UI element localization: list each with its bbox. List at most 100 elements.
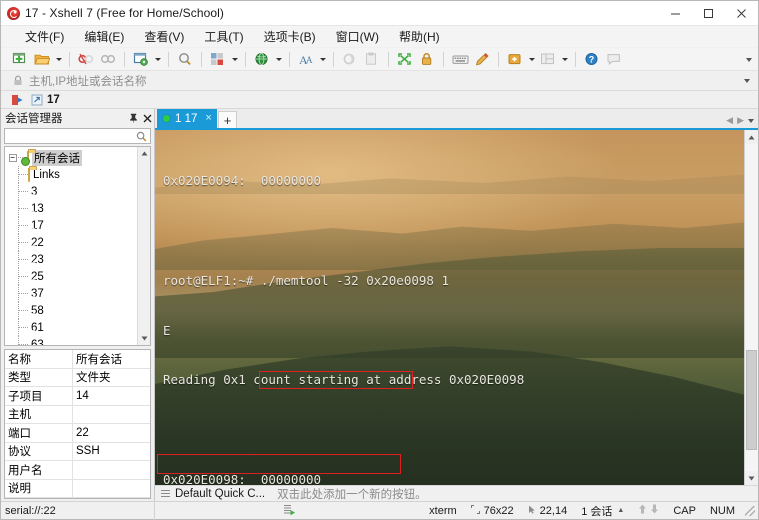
toolbar-separator-11	[575, 51, 576, 67]
terminal-scroll-track[interactable]	[745, 144, 758, 471]
session-search-input[interactable]	[4, 128, 151, 144]
session-properties-icon[interactable]	[130, 49, 152, 70]
pin-icon[interactable]	[126, 110, 140, 126]
address-input[interactable]: 主机,IP地址或会话名称	[29, 73, 147, 89]
svg-text:A: A	[306, 55, 313, 65]
help-icon[interactable]: ?	[581, 49, 603, 70]
maximize-button[interactable]	[692, 1, 725, 26]
quick-access-bar: 17	[1, 91, 758, 109]
quick-session-label: 17	[47, 93, 60, 106]
tree-node-session[interactable]: 22	[5, 234, 137, 251]
menu-help[interactable]: 帮助(H)	[391, 26, 448, 47]
tab-next-icon[interactable]: ▶	[737, 115, 744, 126]
terminal-scroll-up-icon[interactable]	[745, 130, 758, 144]
tab-session-17[interactable]: 1 17 ×	[157, 109, 217, 128]
tree-node-links[interactable]: Links	[5, 166, 137, 183]
tab-close-icon[interactable]: ×	[205, 113, 211, 124]
window-controls	[659, 1, 758, 26]
tree-scroll-up-icon[interactable]	[138, 147, 150, 160]
tree-scroll-down-icon[interactable]	[138, 332, 150, 345]
tree-label-session: 63	[31, 338, 44, 346]
tree-node-session[interactable]: 13	[5, 200, 137, 217]
drag-grip-icon[interactable]	[161, 489, 170, 498]
menu-tools[interactable]: 工具(T)	[196, 26, 251, 47]
session-manager-title: 会话管理器	[5, 113, 63, 125]
lock-icon[interactable]	[416, 49, 438, 70]
toolbar-separator-8	[388, 51, 389, 67]
new-session-icon[interactable]	[9, 49, 31, 70]
tree-node-session[interactable]: 61	[5, 319, 137, 336]
tab-label: 1 17	[175, 112, 198, 125]
terminal-scrollbar[interactable]	[744, 130, 758, 485]
minimize-button[interactable]	[659, 1, 692, 26]
menu-edit[interactable]: 编辑(E)	[76, 26, 132, 47]
terminal-screen[interactable]: 0x020E0094: 00000000 root@ELF1:~# ./memt…	[155, 130, 744, 485]
keyboard-icon[interactable]	[449, 49, 471, 70]
paste-icon[interactable]	[361, 49, 383, 70]
panes-icon[interactable]	[537, 49, 559, 70]
status-size: 76x22	[483, 504, 514, 517]
status-right-group: xterm 76x22 22,14 1 会话 ▲ CAP NUM	[422, 502, 758, 520]
transfer-icon[interactable]	[251, 49, 273, 70]
close-button[interactable]	[725, 1, 758, 26]
status-sessions-caret-icon[interactable]: ▲	[617, 507, 624, 514]
open-session-caret-icon[interactable]	[53, 49, 64, 70]
menu-window[interactable]: 窗口(W)	[328, 26, 387, 47]
session-properties-caret-icon[interactable]	[152, 49, 163, 70]
fullscreen-icon[interactable]	[394, 49, 416, 70]
highlight-icon[interactable]	[471, 49, 493, 70]
disconnect-icon[interactable]	[75, 49, 97, 70]
transfer-caret-icon[interactable]	[273, 49, 284, 70]
terminal-scroll-down-icon[interactable]	[745, 471, 758, 485]
session-tree[interactable]: − 所有会话 Links 3 13 17 22 23 25 37 58 61 6…	[4, 146, 151, 346]
tree-node-session[interactable]: 58	[5, 302, 137, 319]
panes-caret-icon[interactable]	[559, 49, 570, 70]
address-dropdown-icon[interactable]	[744, 78, 750, 83]
terminal-text: 0x020E0094: 00000000 root@ELF1:~# ./memt…	[155, 130, 744, 485]
tree-node-session[interactable]: 63	[5, 336, 137, 346]
property-value: 14	[76, 389, 89, 402]
menu-tab[interactable]: 选项卡(B)	[256, 26, 324, 47]
find-icon[interactable]	[174, 49, 196, 70]
font-icon[interactable]: A A	[295, 49, 317, 70]
tree-node-session[interactable]: 17	[5, 217, 137, 234]
quick-command-set-name[interactable]: Default Quick C...	[175, 488, 265, 500]
reconnect-icon[interactable]	[97, 49, 119, 70]
property-row: 端口 22	[5, 424, 150, 443]
session-tree-scrollbar[interactable]	[137, 147, 150, 345]
collapse-icon[interactable]: −	[7, 153, 18, 162]
tree-node-all-sessions[interactable]: − 所有会话	[5, 149, 137, 166]
terminal-scroll-thumb[interactable]	[746, 350, 757, 450]
status-session-count-cell[interactable]: 1 会话 ▲	[574, 502, 631, 520]
menu-file[interactable]: 文件(F)	[17, 26, 72, 47]
quick-command-bar[interactable]: Default Quick C... 双击此处添加一个新的按钮。	[155, 485, 758, 501]
tree-node-session[interactable]: 25	[5, 268, 137, 285]
tab-prev-icon[interactable]: ◀	[726, 115, 733, 126]
close-panel-icon[interactable]	[140, 110, 154, 126]
tree-node-session[interactable]: 23	[5, 251, 137, 268]
property-row: 子项目 14	[5, 387, 150, 406]
folder-plus-icon[interactable]	[504, 49, 526, 70]
copy-icon[interactable]	[339, 49, 361, 70]
chat-icon[interactable]	[603, 49, 625, 70]
resize-grip-icon[interactable]	[745, 505, 755, 516]
status-cursor-cell: 22,14	[521, 502, 575, 520]
tab-strip-controls: ◀ ▶	[726, 115, 754, 126]
toolbar-separator-5	[245, 51, 246, 67]
toolbar-separator-4	[201, 51, 202, 67]
folder-plus-caret-icon[interactable]	[526, 49, 537, 70]
status-cursor-pos: 22,14	[539, 504, 568, 517]
layout-icon[interactable]	[207, 49, 229, 70]
font-caret-icon[interactable]	[317, 49, 328, 70]
tab-list-icon[interactable]	[748, 118, 754, 123]
toolbar-overflow-icon[interactable]	[746, 48, 752, 71]
open-session-icon[interactable]	[31, 49, 53, 70]
layout-caret-icon[interactable]	[229, 49, 240, 70]
new-tab-button[interactable]: +	[218, 111, 237, 128]
menu-view[interactable]: 查看(V)	[136, 26, 192, 47]
address-bar[interactable]: 主机,IP地址或会话名称	[1, 71, 758, 91]
quick-session-17[interactable]: 17	[31, 94, 60, 106]
tree-node-session[interactable]: 37	[5, 285, 137, 302]
tree-node-session[interactable]: 3	[5, 183, 137, 200]
quick-connect-icon[interactable]	[11, 94, 24, 106]
